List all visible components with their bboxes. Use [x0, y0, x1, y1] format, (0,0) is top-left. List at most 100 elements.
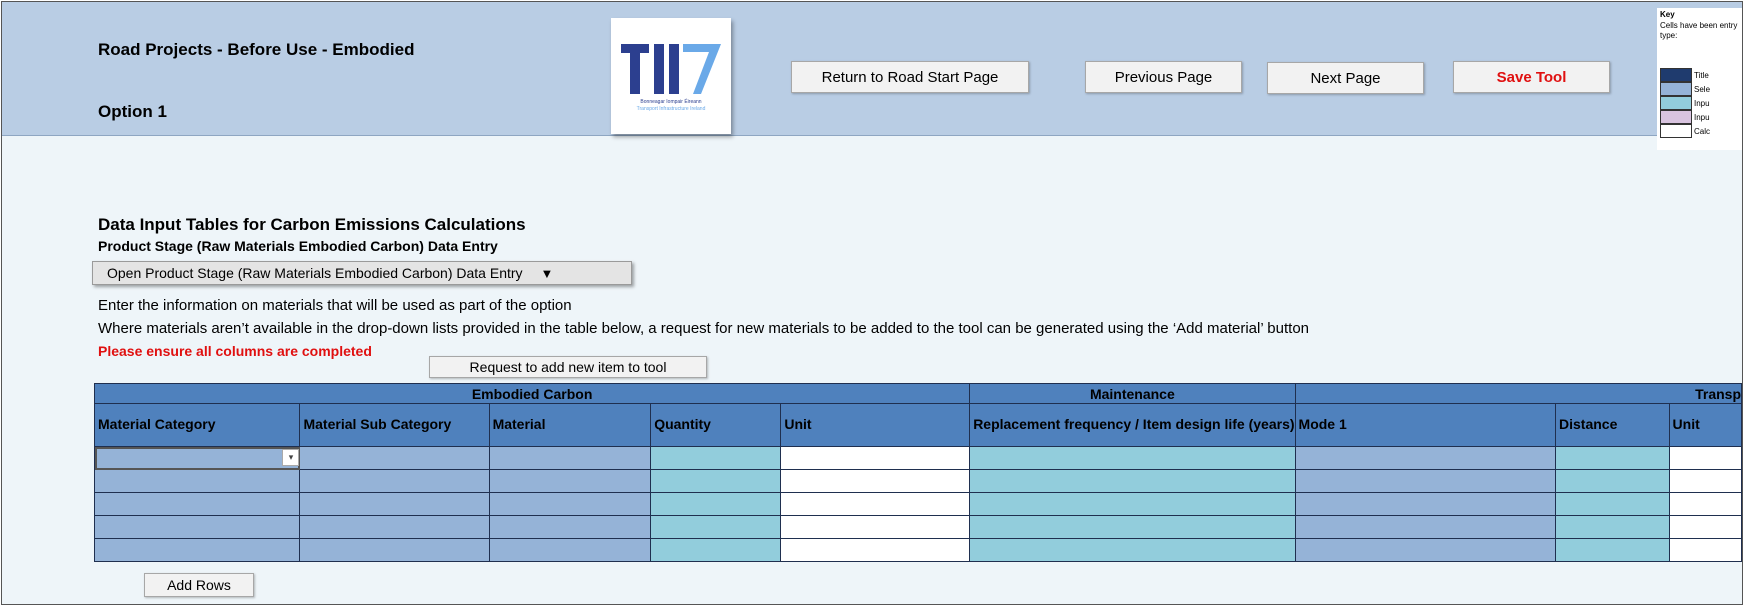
- material-category-cell[interactable]: [93, 515, 301, 539]
- dropdown-arrow-icon[interactable]: ▾: [282, 449, 299, 466]
- logo-caption: Bonneagar Iompair Éireann Transport Infr…: [619, 99, 723, 112]
- mode-1-cell[interactable]: [1294, 538, 1557, 562]
- table-row: [93, 515, 1742, 539]
- key-swatch: [1660, 124, 1692, 138]
- key-label: Inpu: [1694, 98, 1710, 108]
- material-cell[interactable]: [488, 515, 652, 539]
- dropdown-label: Open Product Stage (Raw Materials Embodi…: [107, 265, 523, 281]
- transport-unit-cell: [1668, 469, 1742, 493]
- distance-cell[interactable]: [1555, 446, 1670, 470]
- key-label: Sele: [1694, 84, 1711, 94]
- distance-cell[interactable]: [1555, 492, 1670, 516]
- unit-cell: [780, 469, 971, 493]
- distance-cell[interactable]: [1555, 515, 1670, 539]
- return-to-start-button[interactable]: Return to Road Start Page: [791, 61, 1029, 93]
- warning-text: Please ensure all columns are completed: [98, 343, 372, 359]
- replacement-frequency-cell[interactable]: [969, 446, 1296, 470]
- material-cell[interactable]: [488, 469, 652, 493]
- material-sub-category-cell[interactable]: [299, 515, 490, 539]
- column-header: Material Category: [93, 403, 301, 447]
- quantity-cell[interactable]: [650, 469, 782, 493]
- material-sub-category-cell[interactable]: [299, 538, 490, 562]
- transport-unit-cell: [1668, 538, 1742, 562]
- material-cell[interactable]: [488, 538, 652, 562]
- key-legend: Key Cells have been entry type: Title Se…: [1657, 8, 1742, 150]
- column-header: Mode 1: [1294, 403, 1557, 447]
- material-sub-category-cell[interactable]: [299, 492, 490, 516]
- group-header-transport: Transp: [1294, 383, 1742, 404]
- unit-cell: [780, 492, 971, 516]
- quantity-cell[interactable]: [650, 538, 782, 562]
- key-title: Key: [1660, 10, 1675, 19]
- material-category-cell[interactable]: [93, 538, 301, 562]
- replacement-frequency-cell[interactable]: [969, 469, 1296, 493]
- table-row: [93, 492, 1742, 516]
- key-label: Inpu: [1694, 112, 1710, 122]
- key-item: Inpu: [1660, 110, 1742, 124]
- replacement-frequency-cell[interactable]: [969, 492, 1296, 516]
- material-cell[interactable]: [488, 446, 652, 470]
- section-title: Data Input Tables for Carbon Emissions C…: [98, 215, 526, 234]
- replacement-frequency-cell[interactable]: [969, 538, 1296, 562]
- quantity-cell[interactable]: [650, 515, 782, 539]
- key-swatch: [1660, 96, 1692, 110]
- quantity-cell[interactable]: [650, 492, 782, 516]
- instruction-text: Where materials aren’t available in the …: [98, 320, 1310, 337]
- material-sub-category-cell[interactable]: [299, 446, 490, 470]
- table-row: ▾: [93, 446, 1742, 470]
- page-title: Road Projects - Before Use - Embodied: [98, 40, 415, 59]
- column-header: Material: [488, 403, 652, 447]
- key-item: Title: [1660, 68, 1742, 82]
- column-header: Material Sub Category: [299, 403, 490, 447]
- unit-cell: [780, 538, 971, 562]
- key-swatch: [1660, 110, 1692, 124]
- product-stage-dropdown[interactable]: Open Product Stage (Raw Materials Embodi…: [92, 261, 632, 285]
- header-band: Road Projects - Before Use - Embodied Op…: [2, 2, 1742, 150]
- material-category-cell[interactable]: [93, 492, 301, 516]
- material-category-cell[interactable]: ▾: [93, 446, 301, 470]
- material-category-cell[interactable]: [93, 469, 301, 493]
- instruction-text: Enter the information on materials that …: [98, 297, 572, 314]
- quantity-cell[interactable]: [650, 446, 782, 470]
- triangle-down-icon: ▼: [540, 265, 554, 281]
- subsection-title: Product Stage (Raw Materials Embodied Ca…: [98, 238, 498, 254]
- unit-cell: [780, 446, 971, 470]
- key-swatch: [1660, 82, 1692, 96]
- distance-cell[interactable]: [1555, 469, 1670, 493]
- logo-text-english: Transport Infrastructure Ireland: [636, 105, 706, 112]
- next-page-button[interactable]: Next Page: [1267, 62, 1424, 94]
- transport-unit-cell: [1668, 446, 1742, 470]
- mode-1-cell[interactable]: [1294, 469, 1557, 493]
- save-tool-button[interactable]: Save Tool: [1453, 61, 1610, 93]
- request-new-item-button[interactable]: Request to add new item to tool: [429, 356, 707, 378]
- previous-page-button[interactable]: Previous Page: [1085, 61, 1242, 93]
- material-cell[interactable]: [488, 492, 652, 516]
- group-header-maintenance: Maintenance: [969, 383, 1296, 404]
- transport-unit-cell: [1668, 515, 1742, 539]
- key-item: Inpu: [1660, 96, 1742, 110]
- material-sub-category-cell[interactable]: [299, 469, 490, 493]
- replacement-frequency-cell[interactable]: [969, 515, 1296, 539]
- key-swatch: [1660, 68, 1692, 82]
- mode-1-cell[interactable]: [1294, 515, 1557, 539]
- unit-cell: [780, 515, 971, 539]
- column-header: Unit: [1668, 403, 1742, 447]
- key-item: Sele: [1660, 82, 1742, 96]
- table-row: [93, 538, 1742, 562]
- distance-cell[interactable]: [1555, 538, 1670, 562]
- column-header: Distance: [1555, 403, 1670, 447]
- key-label: Title: [1694, 70, 1709, 80]
- key-item: Calc: [1660, 124, 1742, 138]
- materials-table: Embodied Carbon Maintenance Transp Mater…: [93, 383, 1742, 562]
- column-header: Replacement frequency / Item design life…: [969, 403, 1296, 447]
- column-header: Quantity: [650, 403, 782, 447]
- option-title: Option 1: [98, 102, 167, 121]
- group-header-embodied-carbon: Embodied Carbon: [93, 383, 971, 404]
- mode-1-cell[interactable]: [1294, 492, 1557, 516]
- mode-1-cell[interactable]: [1294, 446, 1557, 470]
- tii-logo-icon: [621, 44, 721, 94]
- column-header: Unit: [780, 403, 971, 447]
- table-row: [93, 469, 1742, 493]
- add-rows-button[interactable]: Add Rows: [144, 573, 254, 597]
- transport-unit-cell: [1668, 492, 1742, 516]
